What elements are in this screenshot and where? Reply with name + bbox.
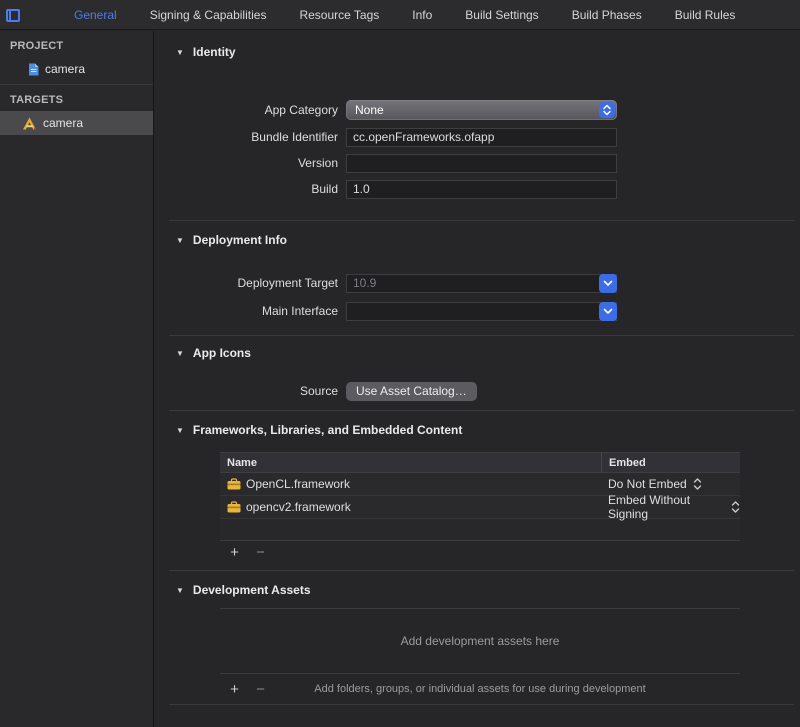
development-assets-title: Development Assets bbox=[193, 583, 311, 597]
build-field[interactable]: 1.0 bbox=[346, 180, 617, 199]
version-field[interactable] bbox=[346, 154, 617, 173]
build-label: Build bbox=[155, 182, 338, 196]
app-category-popup[interactable]: None bbox=[346, 100, 617, 120]
project-document-icon bbox=[28, 63, 39, 76]
table-row[interactable]: opencv2.framework Embed Without Signing bbox=[220, 496, 740, 519]
tab-build-settings[interactable]: Build Settings bbox=[465, 8, 538, 22]
use-asset-catalog-button[interactable]: Use Asset Catalog… bbox=[346, 382, 477, 401]
frameworks-table-actions: + − bbox=[228, 544, 267, 561]
updown-chevron-icon bbox=[731, 501, 740, 513]
deployment-target-combo[interactable]: 10.9 bbox=[346, 274, 617, 293]
remove-framework-button[interactable]: − bbox=[254, 544, 267, 561]
bundle-identifier-label: Bundle Identifier bbox=[155, 130, 338, 144]
table-empty-area bbox=[220, 519, 740, 541]
tab-build-rules[interactable]: Build Rules bbox=[675, 8, 736, 22]
dev-assets-actions: Add folders, groups, or individual asset… bbox=[220, 674, 740, 704]
deployment-info-section-header[interactable]: ▼ Deployment Info bbox=[176, 233, 287, 247]
disclosure-triangle-icon[interactable]: ▼ bbox=[176, 586, 184, 595]
app-category-row: App Category None bbox=[155, 100, 617, 120]
app-icons-source-row: Source Use Asset Catalog… bbox=[155, 381, 477, 401]
embed-value: Embed Without Signing bbox=[608, 493, 725, 521]
main-interface-label: Main Interface bbox=[155, 304, 338, 318]
embed-select[interactable]: Embed Without Signing bbox=[601, 493, 740, 521]
bundle-identifier-row: Bundle Identifier cc.openFrameworks.ofap… bbox=[155, 127, 617, 147]
target-item-label: camera bbox=[43, 116, 83, 130]
project-targets-sidebar: PROJECT camera TARGETS bbox=[0, 31, 154, 727]
add-framework-button[interactable]: + bbox=[228, 544, 241, 561]
sidebar-toggle-icon[interactable] bbox=[6, 9, 20, 22]
section-divider bbox=[169, 410, 794, 411]
app-target-icon bbox=[22, 117, 37, 130]
general-settings-pane: ▼ Identity App Category None Bundle Iden… bbox=[155, 31, 800, 727]
app-category-value: None bbox=[355, 103, 384, 117]
frameworks-table: Name Embed OpenCL.framework Do Not Emb bbox=[220, 452, 740, 541]
targets-section-header: TARGETS bbox=[0, 85, 153, 111]
framework-name: OpenCL.framework bbox=[246, 477, 350, 491]
identity-title: Identity bbox=[193, 45, 236, 59]
tab-info[interactable]: Info bbox=[412, 8, 432, 22]
project-item-label: camera bbox=[45, 62, 85, 76]
section-divider bbox=[169, 335, 794, 336]
disclosure-triangle-icon[interactable]: ▼ bbox=[176, 48, 184, 57]
tab-build-phases[interactable]: Build Phases bbox=[572, 8, 642, 22]
source-label: Source bbox=[155, 384, 338, 398]
disclosure-triangle-icon[interactable]: ▼ bbox=[176, 236, 184, 245]
framework-icon bbox=[227, 501, 241, 513]
editor-tabs: General Signing & Capabilities Resource … bbox=[74, 0, 735, 30]
framework-icon bbox=[227, 478, 241, 490]
chevron-down-icon[interactable] bbox=[599, 274, 617, 293]
dev-assets-hint: Add folders, groups, or individual asset… bbox=[220, 674, 740, 704]
section-divider bbox=[169, 220, 794, 221]
bundle-identifier-field[interactable]: cc.openFrameworks.ofapp bbox=[346, 128, 617, 147]
frameworks-section-header[interactable]: ▼ Frameworks, Libraries, and Embedded Co… bbox=[176, 423, 462, 437]
embed-select[interactable]: Do Not Embed bbox=[601, 477, 740, 491]
column-header-name[interactable]: Name bbox=[220, 457, 601, 469]
section-divider bbox=[169, 704, 794, 705]
deployment-target-label: Deployment Target bbox=[155, 276, 338, 290]
chevron-down-icon[interactable] bbox=[599, 302, 617, 321]
deployment-target-row: Deployment Target 10.9 bbox=[155, 273, 617, 293]
identity-section-header[interactable]: ▼ Identity bbox=[176, 45, 236, 59]
app-icons-section-header[interactable]: ▼ App Icons bbox=[176, 346, 251, 360]
frameworks-title: Frameworks, Libraries, and Embedded Cont… bbox=[193, 423, 462, 437]
framework-name: opencv2.framework bbox=[246, 500, 351, 514]
tab-resource-tags[interactable]: Resource Tags bbox=[299, 8, 379, 22]
version-row: Version bbox=[155, 153, 617, 173]
deployment-target-value: 10.9 bbox=[353, 276, 376, 290]
section-divider bbox=[169, 570, 794, 571]
project-section-header: PROJECT bbox=[0, 31, 153, 57]
development-assets-section-header[interactable]: ▼ Development Assets bbox=[176, 583, 311, 597]
updown-chevron-icon bbox=[693, 478, 702, 490]
dev-assets-empty-message: Add development assets here bbox=[401, 634, 560, 648]
embed-value: Do Not Embed bbox=[608, 477, 687, 491]
deployment-info-title: Deployment Info bbox=[193, 233, 287, 247]
sidebar-item-project-camera[interactable]: camera bbox=[0, 57, 153, 81]
frameworks-table-header: Name Embed bbox=[220, 453, 740, 473]
sidebar-item-target-camera[interactable]: camera bbox=[0, 111, 153, 135]
disclosure-triangle-icon[interactable]: ▼ bbox=[176, 349, 184, 358]
editor-tab-bar: General Signing & Capabilities Resource … bbox=[0, 0, 800, 30]
app-icons-title: App Icons bbox=[193, 346, 251, 360]
build-row: Build 1.0 bbox=[155, 179, 617, 199]
version-label: Version bbox=[155, 156, 338, 170]
disclosure-triangle-icon[interactable]: ▼ bbox=[176, 426, 184, 435]
main-interface-combo[interactable] bbox=[346, 302, 617, 321]
popup-updown-icon[interactable] bbox=[599, 102, 615, 118]
dev-assets-buttons: + − bbox=[228, 681, 267, 698]
remove-asset-button[interactable]: − bbox=[254, 681, 267, 698]
dev-assets-drop-area[interactable]: Add development assets here bbox=[220, 609, 740, 673]
xcode-project-editor: General Signing & Capabilities Resource … bbox=[0, 0, 800, 727]
tab-signing-capabilities[interactable]: Signing & Capabilities bbox=[150, 8, 267, 22]
add-asset-button[interactable]: + bbox=[228, 681, 241, 698]
main-interface-row: Main Interface bbox=[155, 301, 617, 321]
column-header-embed[interactable]: Embed bbox=[601, 453, 740, 472]
app-category-label: App Category bbox=[155, 103, 338, 117]
tab-general[interactable]: General bbox=[74, 8, 117, 22]
